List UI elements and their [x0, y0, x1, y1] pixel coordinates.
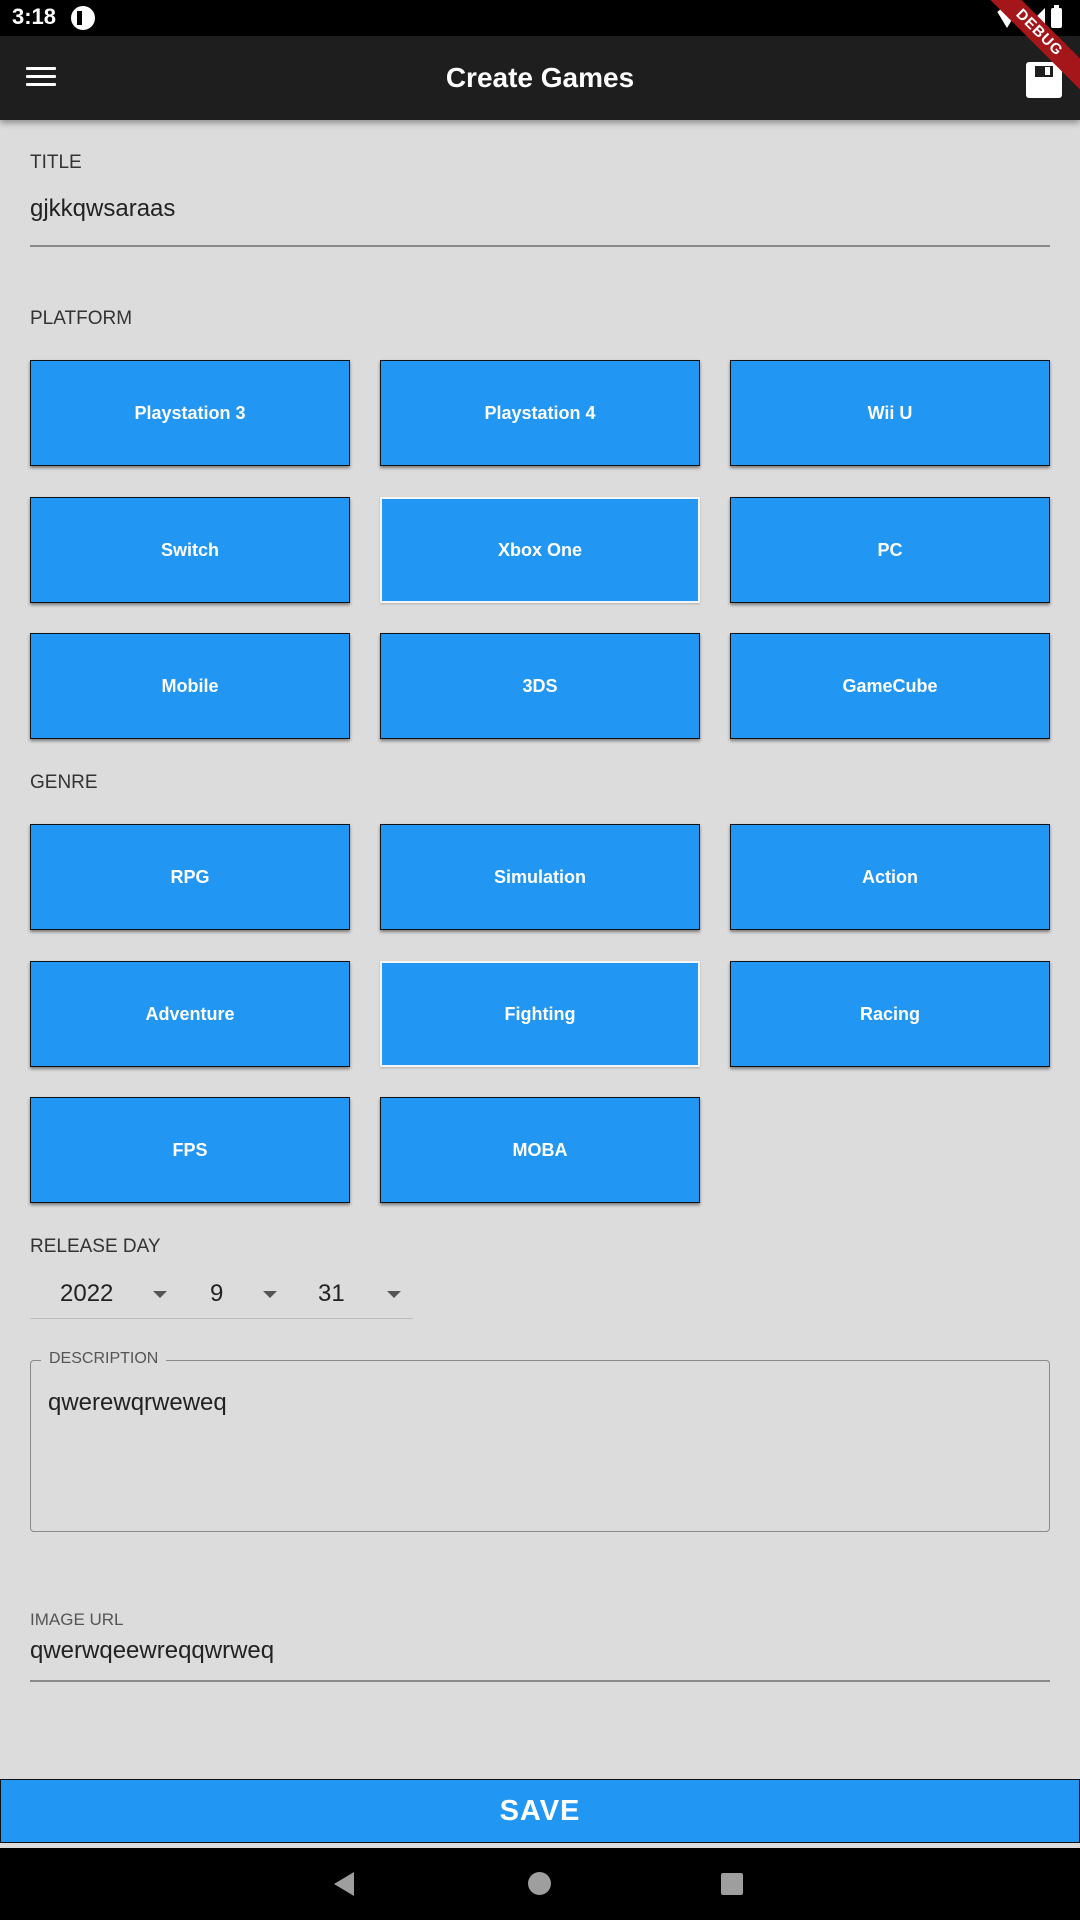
genre-option-adventure[interactable]: Adventure [30, 961, 350, 1067]
genre-option-action[interactable]: Action [730, 824, 1050, 930]
platform-option-playstation-4[interactable]: Playstation 4 [380, 360, 700, 466]
platform-option-playstation-3[interactable]: Playstation 3 [30, 360, 350, 466]
platform-option-mobile[interactable]: Mobile [30, 633, 350, 739]
back-icon[interactable] [334, 1872, 354, 1896]
description-value: qwerewqrweweq [48, 1389, 227, 1416]
title-field[interactable]: gjkkqwsaraas [30, 195, 1050, 247]
genre-option-moba[interactable]: MOBA [380, 1097, 700, 1203]
save-button[interactable]: SAVE [0, 1779, 1080, 1843]
genre-option-fps[interactable]: FPS [30, 1097, 350, 1203]
save-icon[interactable] [1026, 62, 1062, 98]
app-bar: Create Games [0, 36, 1080, 120]
recents-icon[interactable] [721, 1873, 743, 1895]
status-bar: 3:18 [0, 0, 1080, 36]
title-value: gjkkqwsaraas [30, 195, 176, 222]
platform-label: PLATFORM [30, 308, 133, 329]
day-dropdown-arrow-icon [387, 1291, 401, 1298]
status-time: 3:18 [12, 4, 57, 29]
platform-option-pc[interactable]: PC [730, 497, 1050, 603]
image-url-value: qwerwqeewreqqwrweq [30, 1637, 275, 1664]
year-dropdown[interactable]: 2022 [30, 1266, 175, 1318]
description-label: DESCRIPTION [41, 1350, 167, 1368]
release-day-selector: 2022 9 31 [30, 1266, 413, 1319]
menu-icon[interactable] [26, 64, 56, 88]
year-dropdown-arrow-icon [153, 1291, 167, 1298]
platform-option-xbox-one[interactable]: Xbox One [380, 497, 700, 603]
description-field[interactable]: DESCRIPTION qwerewqrweweq [30, 1350, 1050, 1532]
home-icon[interactable] [528, 1872, 551, 1895]
release-day-label: RELEASE DAY [30, 1236, 161, 1257]
genre-label: GENRE [30, 772, 98, 793]
day-value: 31 [318, 1280, 345, 1307]
image-url-label: IMAGE URL [30, 1610, 124, 1629]
genre-option-simulation[interactable]: Simulation [380, 824, 700, 930]
image-url-field[interactable]: qwerwqeewreqqwrweq [30, 1637, 1050, 1682]
platform-option-3ds[interactable]: 3DS [380, 633, 700, 739]
month-dropdown-arrow-icon [263, 1291, 277, 1298]
genre-option-rpg[interactable]: RPG [30, 824, 350, 930]
day-dropdown[interactable]: 31 [285, 1266, 413, 1318]
title-label: TITLE [30, 152, 82, 173]
month-value: 9 [210, 1280, 224, 1307]
genre-option-fighting[interactable]: Fighting [380, 961, 700, 1067]
month-dropdown[interactable]: 9 [175, 1266, 285, 1318]
platform-option-gamecube[interactable]: GameCube [730, 633, 1050, 739]
system-nav-bar [0, 1848, 1080, 1920]
platform-option-switch[interactable]: Switch [30, 497, 350, 603]
battery-icon [1051, 5, 1062, 28]
notification-app-icon [71, 6, 95, 30]
genre-option-racing[interactable]: Racing [730, 961, 1050, 1067]
page-title: Create Games [445, 62, 635, 93]
platform-option-wii-u[interactable]: Wii U [730, 360, 1050, 466]
year-value: 2022 [60, 1280, 114, 1307]
